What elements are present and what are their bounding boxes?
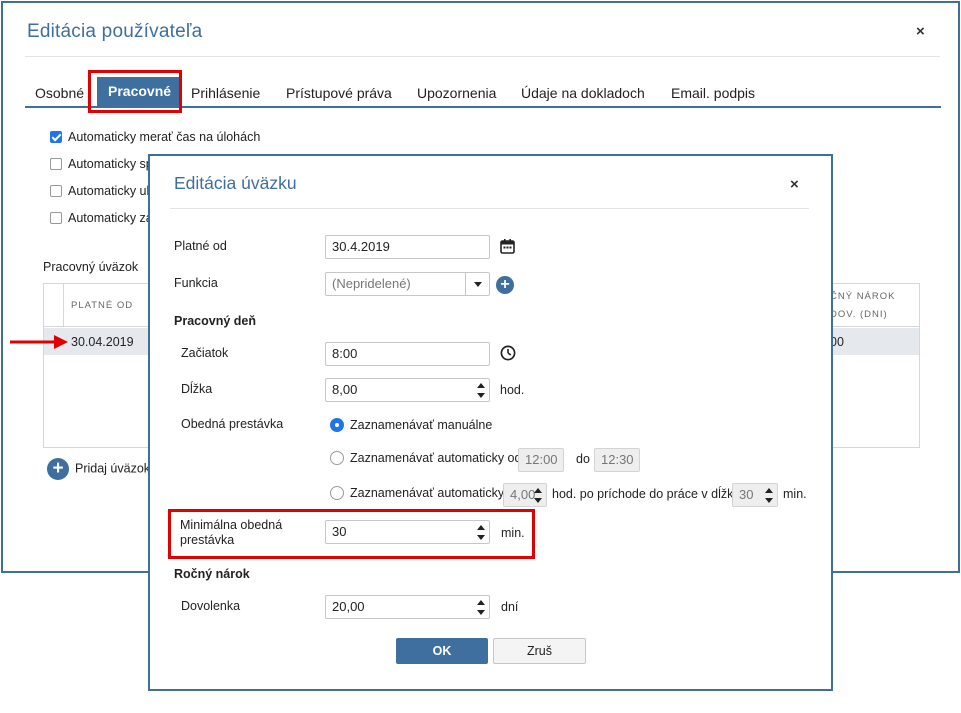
checkbox-icon[interactable]: [50, 185, 62, 197]
radio-auto-from[interactable]: Zaznamenávať automaticky od: [330, 451, 521, 469]
checkbox-icon[interactable]: [50, 158, 62, 170]
tab-udaje-na-dokladoch[interactable]: Údaje na dokladoch: [521, 85, 645, 101]
radio-icon[interactable]: [330, 486, 344, 500]
radio-auto[interactable]: Zaznamenávať automaticky: [330, 486, 504, 504]
label-funkcia: Funkcia: [174, 276, 218, 290]
spinner-arrows-icon[interactable]: [476, 380, 486, 400]
divider: [25, 56, 940, 57]
spinner-arrows-icon[interactable]: [533, 485, 543, 505]
radio-icon[interactable]: [330, 451, 344, 465]
time-field-to[interactable]: 12:30: [594, 448, 640, 472]
heading-rocny-narok: Ročný nárok: [174, 567, 250, 581]
tab-bar: Osobné Pracovné Prihlásenie Prístupové p…: [25, 77, 941, 108]
plus-icon[interactable]: +: [47, 458, 69, 480]
unit-min: min.: [783, 487, 807, 501]
divider: [170, 208, 809, 209]
checkbox-auto-2[interactable]: Automaticky sp: [50, 157, 153, 173]
label-minimalna-prestavka: Minimálna obedná prestávka: [180, 518, 283, 547]
grid-cell-platne-od: 30.04.2019: [71, 335, 134, 349]
checkbox-label: Automaticky sp: [68, 157, 153, 171]
pointer-arrow-icon: [10, 335, 68, 349]
tab-pracovne[interactable]: Pracovné: [97, 77, 183, 106]
workload-section-label: Pracovný úväzok: [43, 260, 139, 274]
tab-email-podpis[interactable]: Email. podpis: [671, 85, 755, 101]
checkbox-label: Automaticky merať čas na úlohách: [68, 130, 261, 144]
chevron-down-icon[interactable]: [465, 273, 489, 295]
label-platne-od: Platné od: [174, 239, 227, 253]
label-dlzka: Dĺžka: [181, 382, 213, 396]
checkbox-label: Automaticky za: [68, 211, 153, 225]
dialog-title: Editácia úväzku: [174, 173, 297, 193]
grid-header-rocny-narok[interactable]: ČNÝ NÁROK: [830, 291, 895, 302]
tab-prihlasenie[interactable]: Prihlásenie: [191, 85, 260, 101]
time-field-from[interactable]: 12:00: [518, 448, 564, 472]
cancel-button[interactable]: Zruš: [493, 638, 586, 664]
add-function-plus-icon[interactable]: +: [496, 276, 514, 294]
auto-minutes-value: 30: [739, 487, 754, 502]
dlzka-value: 8,00: [332, 382, 358, 397]
number-field-dlzka[interactable]: 8,00: [325, 378, 490, 402]
spinner-arrows-icon[interactable]: [764, 485, 774, 505]
radio-manual-label: Zaznamenávať manuálne: [350, 418, 493, 432]
checkbox-auto-4[interactable]: Automaticky za: [50, 211, 153, 227]
workload-edit-dialog: Editácia úväzku × Platné od 30.4.2019 Fu…: [148, 154, 833, 691]
radio-manual[interactable]: Zaznamenávať manuálne: [330, 418, 492, 436]
time-field-zaciatok[interactable]: 8:00: [325, 342, 490, 366]
label-dovolenka: Dovolenka: [181, 599, 241, 613]
spinner-arrows-icon[interactable]: [476, 522, 486, 542]
label-obedna-prestavka: Obedná prestávka: [181, 417, 284, 431]
checkbox-icon[interactable]: [50, 212, 62, 224]
close-icon[interactable]: ×: [916, 24, 925, 39]
heading-pracovny-den: Pracovný deň: [174, 314, 256, 328]
unit-hod: hod.: [500, 383, 525, 397]
label-do: do: [576, 452, 590, 466]
checkbox-label: Automaticky uk: [68, 184, 153, 198]
add-workload-label: Pridaj úväzok: [75, 461, 151, 476]
select-funkcia-value: (Nepridelené): [332, 276, 411, 291]
spinner-arrows-icon[interactable]: [476, 597, 486, 617]
number-field-dovolenka[interactable]: 20,00: [325, 595, 490, 619]
grid-header-rocny-narok-unit: DOV. (DNI): [830, 309, 888, 320]
radio-selected-icon[interactable]: [330, 418, 344, 432]
number-field-auto-minutes[interactable]: 30: [732, 483, 778, 507]
checkbox-auto-time-tracking[interactable]: Automaticky merať čas na úlohách: [50, 130, 260, 146]
auto-text: hod. po príchode do práce v dĺžke: [552, 487, 741, 501]
number-field-minimalna-prestavka[interactable]: 30: [325, 520, 490, 544]
calendar-icon[interactable]: [500, 238, 515, 254]
auto-hours-value: 4,00: [510, 487, 536, 502]
tab-osobne[interactable]: Osobné: [35, 85, 84, 101]
tab-pristupove-prava[interactable]: Prístupové práva: [286, 85, 392, 101]
unit-min: min.: [501, 526, 525, 540]
unit-dni: dní: [501, 600, 519, 614]
tab-upozornenia[interactable]: Upozornenia: [417, 85, 496, 101]
clock-icon[interactable]: [500, 345, 516, 361]
checkbox-auto-3[interactable]: Automaticky uk: [50, 184, 153, 200]
minimalna-prestavka-value: 30: [332, 524, 347, 539]
select-funkcia[interactable]: (Nepridelené): [325, 272, 490, 296]
date-field-platne-od[interactable]: 30.4.2019: [325, 235, 490, 259]
checkbox-checked-icon[interactable]: [50, 131, 62, 143]
grid-header-platne-od[interactable]: PLATNÉ OD: [71, 300, 133, 311]
radio-auto-from-label: Zaznamenávať automaticky od: [350, 451, 522, 465]
label-zaciatok: Začiatok: [181, 346, 229, 360]
grid-column-separator: [63, 284, 64, 327]
radio-auto-label: Zaznamenávať automaticky: [350, 486, 505, 500]
number-field-auto-hours[interactable]: 4,00: [503, 483, 547, 507]
dovolenka-value: 20,00: [332, 599, 365, 614]
add-workload-button[interactable]: + Pridaj úväzok: [47, 458, 150, 482]
close-icon[interactable]: ×: [790, 177, 799, 192]
ok-button[interactable]: OK: [396, 638, 488, 664]
dialog-title: Editácia používateľa: [27, 21, 203, 42]
